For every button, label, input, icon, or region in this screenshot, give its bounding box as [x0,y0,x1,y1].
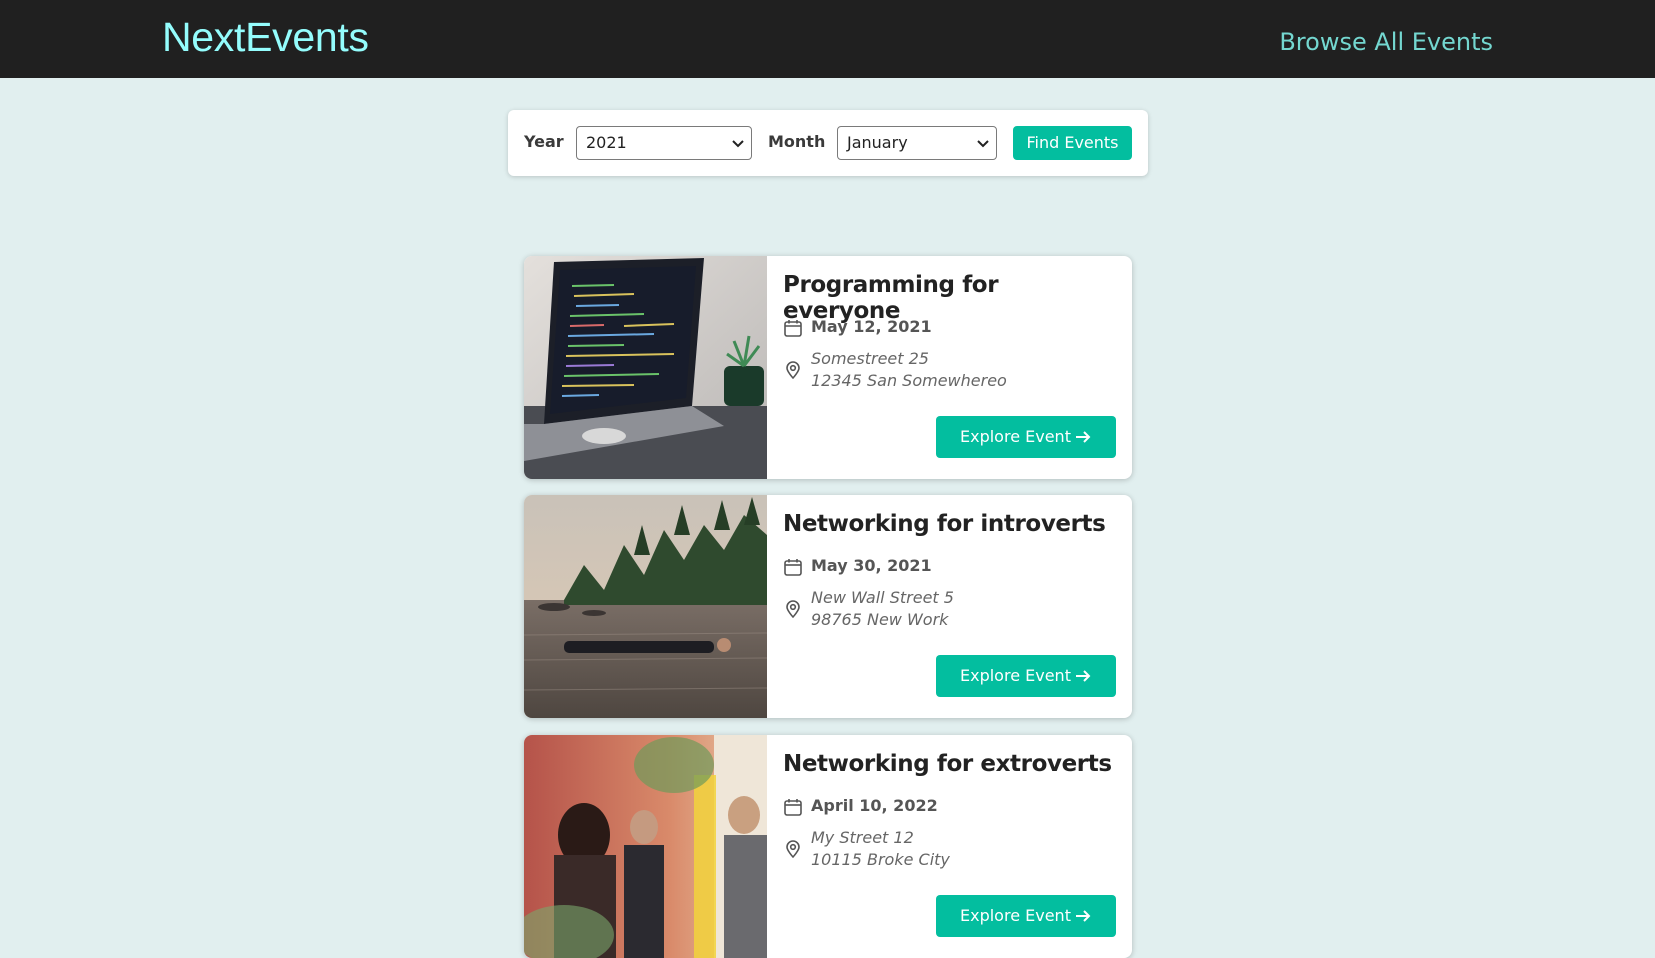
event-card: Programming for everyone May 12, 2021 So… [524,256,1132,479]
event-address-line2: 12345 San Somewhereo [811,371,1007,390]
arrow-right-icon [1076,670,1091,682]
site-header: NextEvents Browse All Events [0,0,1655,78]
year-select-value: 2021 [586,133,627,152]
location-pin-icon [786,600,800,619]
month-select[interactable]: January [837,126,997,160]
event-image [524,495,767,718]
explore-event-label: Explore Event [960,427,1071,446]
event-card: Networking for extroverts April 10, 2022… [524,735,1132,958]
calendar-icon [784,799,802,816]
laptop-with-code-image [524,256,767,479]
event-details: Programming for everyone May 12, 2021 So… [783,256,1116,479]
event-details: Networking for extroverts April 10, 2022… [783,735,1116,958]
site-logo[interactable]: NextEvents [162,14,369,61]
arrow-right-icon [1076,431,1091,443]
chevron-down-icon [732,140,744,148]
event-title: Networking for introverts [783,511,1106,537]
explore-event-button[interactable]: Explore Event [936,895,1116,937]
event-card: Networking for introverts May 30, 2021 N… [524,495,1132,718]
explore-event-label: Explore Event [960,906,1071,925]
event-address-line1: Somestreet 25 [811,349,929,368]
event-image [524,256,767,479]
month-label: Month [768,132,826,151]
event-title: Networking for extroverts [783,751,1112,777]
event-address-line1: My Street 12 [811,828,914,847]
browse-all-events-link[interactable]: Browse All Events [1279,28,1493,56]
event-date-text: May 12, 2021 [811,317,932,336]
event-details: Networking for introverts May 30, 2021 N… [783,495,1116,718]
year-label: Year [524,132,564,151]
location-pin-icon [786,840,800,859]
event-address-line2: 98765 New Work [811,610,949,629]
explore-event-button[interactable]: Explore Event [936,655,1116,697]
explore-event-button[interactable]: Explore Event [936,416,1116,458]
year-select[interactable]: 2021 [576,126,752,160]
chevron-down-icon [977,140,989,148]
event-image [524,735,767,958]
month-select-value: January [847,133,908,152]
event-address-line2: 10115 Broke City [811,850,950,869]
person-floating-in-lake-image [524,495,767,718]
calendar-icon [784,559,802,576]
find-events-button[interactable]: Find Events [1013,126,1132,160]
event-address-line1: New Wall Street 5 [811,588,954,607]
event-search-form: Year 2021 Month January Find Events [508,110,1148,176]
arrow-right-icon [1076,910,1091,922]
event-date-text: May 30, 2021 [811,556,932,575]
event-date-text: April 10, 2022 [811,796,938,815]
location-pin-icon [786,361,800,380]
calendar-icon [784,320,802,337]
explore-event-label: Explore Event [960,666,1071,685]
people-networking-image [524,735,767,958]
